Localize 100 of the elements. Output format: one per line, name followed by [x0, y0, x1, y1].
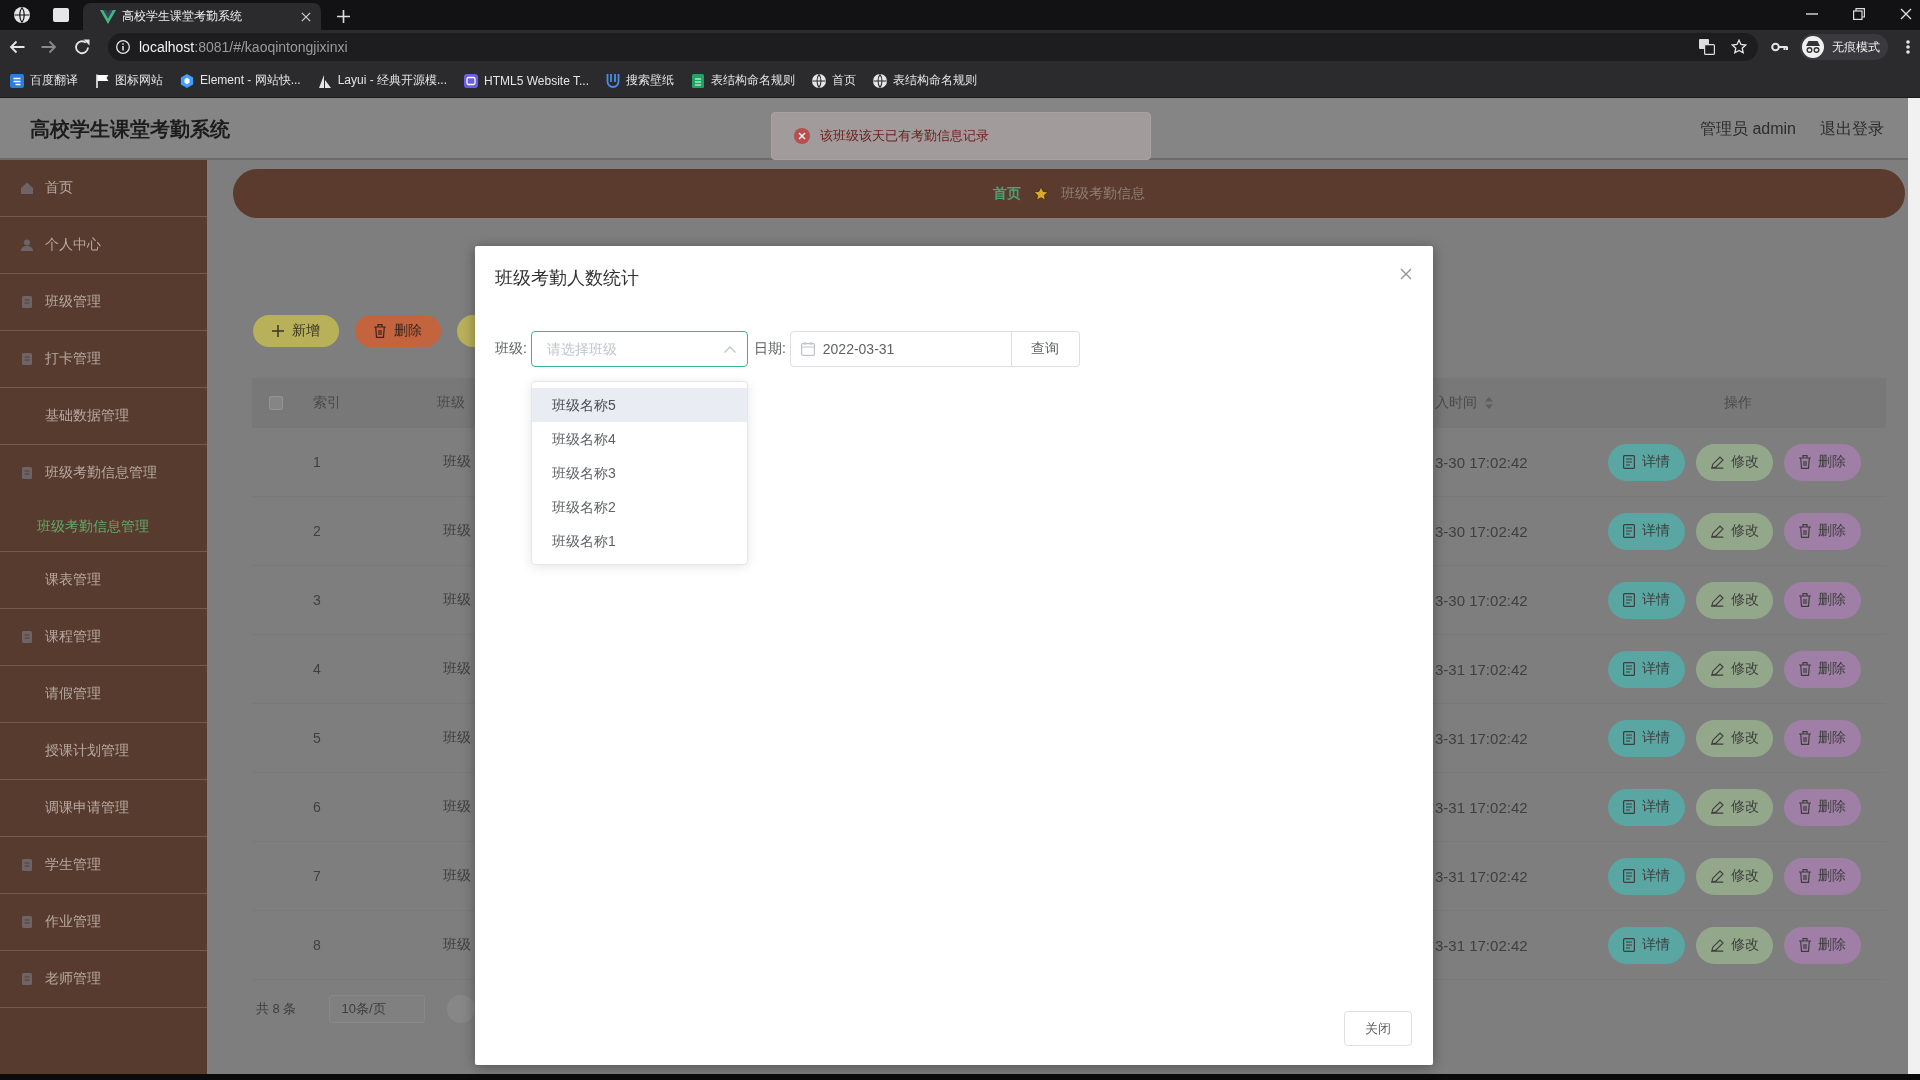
info-icon[interactable]	[116, 40, 130, 54]
table-cell: 6	[313, 799, 321, 815]
trash-icon	[1799, 662, 1811, 676]
prev-page-button[interactable]	[447, 995, 476, 1023]
avatar-icon	[1802, 36, 1824, 58]
dropdown-option[interactable]: 班级名称4	[532, 422, 747, 456]
close-icon[interactable]	[301, 11, 311, 22]
table-cell: 3-30 17:02:42	[1435, 522, 1528, 540]
bookmark-item[interactable]: Element - 网站快...	[180, 72, 301, 89]
logout-link[interactable]: 退出登录	[1820, 118, 1884, 140]
query-button[interactable]: 查询	[1011, 331, 1080, 367]
detail-button[interactable]: 详情	[1608, 719, 1685, 757]
restore-icon[interactable]	[1853, 8, 1865, 20]
u-shape-icon	[606, 73, 620, 88]
edit-button[interactable]: 修改	[1696, 857, 1773, 895]
document-icon	[21, 467, 33, 479]
edit-button[interactable]: 修改	[1696, 581, 1773, 619]
delete-button[interactable]: 删除	[1784, 788, 1861, 826]
bookmark-item[interactable]: 图标网站	[95, 72, 163, 89]
table-cell: 8	[313, 937, 321, 953]
close-button[interactable]: 关闭	[1344, 1011, 1412, 1046]
table-cell: 3	[313, 592, 321, 608]
delete-button[interactable]: 删除	[1784, 650, 1861, 688]
menu-item[interactable]: 班级考勤信息管理	[0, 445, 207, 502]
total-count: 共 8 条	[256, 1000, 297, 1018]
bookmark-item[interactable]: 百度翻译	[10, 72, 78, 89]
class-select[interactable]: 请选择班级	[530, 331, 748, 367]
delete-button[interactable]: 删除	[1784, 719, 1861, 757]
edit-button[interactable]: 修改	[1696, 650, 1773, 688]
translate-icon[interactable]	[1699, 39, 1715, 55]
edit-button[interactable]: 修改	[1696, 719, 1773, 757]
caret-icon	[723, 346, 736, 353]
edit-button[interactable]: 修改	[1696, 788, 1773, 826]
detail-button[interactable]: 详情	[1608, 512, 1685, 550]
document-icon	[21, 296, 33, 308]
browser-tab[interactable]: 高校学生课堂考勤系统	[83, 3, 321, 30]
table-cell: 3-31 17:02:42	[1435, 729, 1528, 747]
table-cell: 班级	[443, 936, 471, 952]
document-icon	[1623, 524, 1635, 538]
spreadsheet-icon	[691, 73, 705, 88]
error-icon	[794, 128, 810, 144]
delete-button[interactable]: 删除	[1784, 443, 1861, 481]
delete-button[interactable]: 删除	[1784, 512, 1861, 550]
edit-button[interactable]: 修改	[1696, 512, 1773, 550]
star-icon[interactable]	[1731, 39, 1747, 55]
edit-button[interactable]: 修改	[1696, 926, 1773, 964]
checkbox[interactable]	[269, 396, 283, 410]
detail-button[interactable]: 详情	[1608, 443, 1685, 481]
bookmark-item[interactable]: Layui - 经典开源模...	[317, 72, 448, 89]
detail-button[interactable]: 详情	[1608, 788, 1685, 826]
document-icon	[1623, 662, 1635, 676]
pen-icon	[1710, 869, 1724, 883]
delete-button[interactable]: 删除	[355, 315, 441, 347]
add-button[interactable]: 新增	[253, 315, 339, 347]
bookmark-item[interactable]: 表结构命名规则	[691, 72, 795, 89]
pen-icon	[1710, 938, 1724, 952]
trash-icon	[1799, 455, 1811, 469]
trash-icon	[1799, 938, 1811, 952]
bookmark-item[interactable]: 首页	[812, 72, 856, 89]
dropdown-option[interactable]: 班级名称1	[532, 524, 747, 558]
table-cell: 3-31 17:02:42	[1435, 660, 1528, 678]
trash-icon	[1799, 524, 1811, 538]
document-icon	[1623, 731, 1635, 745]
back-icon[interactable]	[9, 39, 25, 55]
profile-button[interactable]: 无痕模式	[1800, 34, 1888, 60]
globe-icon	[873, 73, 887, 88]
globe-icon	[812, 73, 826, 88]
page-size-select[interactable]: 10条/页	[329, 995, 426, 1023]
trash-icon	[1799, 869, 1811, 883]
tile-icon	[10, 73, 24, 88]
key-icon[interactable]	[1771, 42, 1788, 52]
document-icon	[21, 353, 33, 365]
dropdown-option[interactable]: 班级名称5	[532, 388, 747, 422]
trash-icon	[1799, 731, 1811, 745]
forward-icon[interactable]	[41, 39, 57, 55]
delete-button[interactable]: 删除	[1784, 857, 1861, 895]
delete-button[interactable]: 删除	[1784, 581, 1861, 619]
date-field[interactable]: 2022-03-31	[789, 331, 1012, 367]
address-bar[interactable]: localhost:8081/#/kaoqintongjixinxi	[108, 33, 1758, 61]
table-cell: 3-31 17:02:42	[1435, 867, 1528, 885]
pen-icon	[1710, 593, 1724, 607]
edit-button[interactable]: 修改	[1696, 443, 1773, 481]
detail-button[interactable]: 详情	[1608, 581, 1685, 619]
delete-button[interactable]: 删除	[1784, 926, 1861, 964]
table-cell: 2	[313, 523, 321, 539]
new-tab-icon[interactable]	[337, 10, 350, 23]
reload-icon[interactable]	[74, 39, 90, 55]
bookmark-item[interactable]: HTML5 Website T...	[464, 73, 589, 88]
table-cell: 3-31 17:02:42	[1435, 798, 1528, 816]
detail-button[interactable]: 详情	[1608, 926, 1685, 964]
more-icon[interactable]	[1906, 40, 1910, 54]
detail-button[interactable]: 详情	[1608, 857, 1685, 895]
dropdown-option[interactable]: 班级名称2	[532, 490, 747, 524]
dropdown-option[interactable]: 班级名称3	[532, 456, 747, 490]
detail-button[interactable]: 详情	[1608, 650, 1685, 688]
bookmark-item[interactable]: 搜索壁纸	[606, 72, 674, 89]
bookmark-item[interactable]: 表结构命名规则	[873, 72, 977, 89]
home-icon	[21, 182, 33, 194]
breadcrumb-link[interactable]: 首页	[993, 184, 1021, 203]
scrollbar-track[interactable]	[1908, 98, 1920, 1074]
